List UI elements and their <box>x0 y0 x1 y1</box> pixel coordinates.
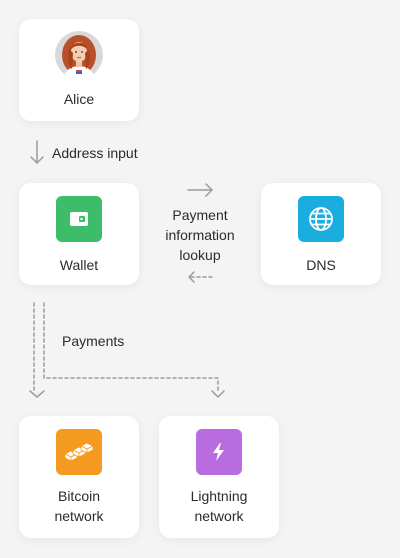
edge-label-address-input: Address input <box>52 145 138 161</box>
node-label-dns: DNS <box>306 257 336 273</box>
wallet-icon <box>56 196 102 242</box>
arrow-lookup-request <box>187 183 213 197</box>
lightning-icon <box>196 429 242 475</box>
node-label-wallet: Wallet <box>59 257 99 273</box>
avatar <box>55 31 103 79</box>
globe-icon <box>298 196 344 242</box>
node-label-lightning-line1: Lightning <box>190 488 248 504</box>
arrow-lookup-response <box>188 271 213 283</box>
node-label-bitcoin-line2: network <box>54 508 104 524</box>
node-label-lightning: Lightning network <box>191 486 248 526</box>
arrowheads-payments <box>29 390 225 398</box>
node-label-bitcoin-line1: Bitcoin <box>57 488 101 504</box>
edge-label-lookup-line1: Payment <box>172 207 228 223</box>
edge-label-lookup: Payment information lookup <box>150 205 250 265</box>
blocks-icon <box>56 429 102 475</box>
edge-label-lookup-line2: information <box>165 227 235 243</box>
node-bitcoin-network[interactable]: Bitcoin network <box>19 416 139 538</box>
node-label-alice: Alice <box>63 91 95 107</box>
node-dns[interactable]: DNS <box>261 183 381 285</box>
node-label-lightning-line2: network <box>194 508 244 524</box>
node-label-bitcoin: Bitcoin network <box>54 486 103 526</box>
node-lightning-network[interactable]: Lightning network <box>159 416 279 538</box>
arrow-address-input <box>30 140 44 164</box>
node-wallet[interactable]: Wallet <box>19 183 139 285</box>
node-alice[interactable]: Alice <box>19 19 139 121</box>
edge-label-lookup-line3: lookup <box>179 247 221 263</box>
edge-label-payments: Payments <box>62 333 125 349</box>
